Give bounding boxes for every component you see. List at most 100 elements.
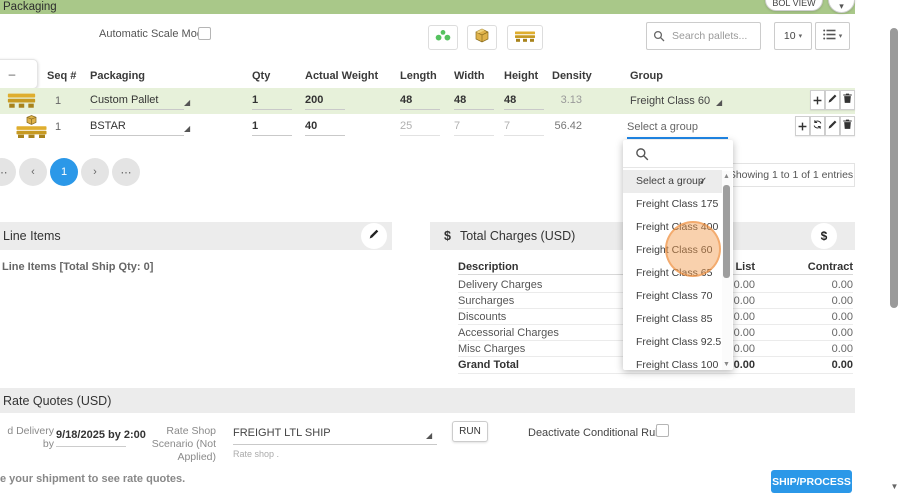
collapse-glyph: – xyxy=(9,67,16,81)
row2-height-field[interactable]: 7 xyxy=(504,120,544,136)
row1-packaging-field[interactable]: Custom Pallet xyxy=(90,94,184,110)
dropdown-option-freight-92-5[interactable]: Freight Class 92.5 xyxy=(623,331,721,354)
charge-contract: 0.00 xyxy=(783,311,853,323)
group-pallets-button[interactable] xyxy=(428,25,458,50)
scrollbar-down-icon[interactable]: ▼ xyxy=(890,482,899,491)
dropdown-option-select-a-group[interactable]: Select a group✓ xyxy=(623,170,722,193)
dropdown-option-freight-85[interactable]: Freight Class 85 xyxy=(623,308,721,331)
run-button[interactable]: RUN xyxy=(452,421,488,442)
package-box-icon xyxy=(474,28,490,48)
row2-width-field[interactable]: 7 xyxy=(454,120,494,136)
pagination-ellipsis-first[interactable]: ⋯ xyxy=(0,158,16,186)
row2-seq: 1 xyxy=(55,121,61,133)
col-height[interactable]: Height xyxy=(504,70,538,82)
charge-contract: 0.00 xyxy=(783,327,853,339)
pagination-next-button[interactable]: › xyxy=(81,158,109,186)
column-visibility-button[interactable]: ▾ xyxy=(815,22,850,50)
pencil-icon xyxy=(827,91,838,109)
row2-edit-button[interactable] xyxy=(825,116,840,136)
rate-quotes-note: e your shipment to see rate quotes. xyxy=(0,473,185,485)
add-package-button[interactable] xyxy=(467,25,497,50)
line-items-header: Line Items xyxy=(0,222,392,250)
dollar-icon: $ xyxy=(821,229,828,243)
row1-edit-button[interactable] xyxy=(825,90,840,110)
search-input[interactable] xyxy=(670,29,760,43)
charge-description: Accessorial Charges xyxy=(458,327,559,339)
row1-group-field[interactable]: Freight Class 60 xyxy=(630,95,710,107)
rate-shop-scenario-select[interactable]: FREIGHT LTL SHIP xyxy=(233,427,331,439)
deactivate-rules-checkbox[interactable] xyxy=(656,424,669,437)
resize-triangle-icon[interactable]: ◢ xyxy=(716,98,722,107)
option-label: Select a group xyxy=(636,175,704,187)
resize-triangle-icon[interactable]: ◢ xyxy=(184,98,190,107)
dropdown-scrollbar-thumb[interactable] xyxy=(723,185,730,278)
pallet-search[interactable] xyxy=(646,22,761,50)
search-icon xyxy=(653,30,665,42)
row2-group-field[interactable]: Select a group xyxy=(627,121,698,133)
bol-view-button[interactable]: BOL VIEW xyxy=(765,0,823,11)
entries-info: Showing 1 to 1 of 1 entries xyxy=(727,163,855,187)
chevron-down-icon: ▾ xyxy=(839,1,844,12)
row1-length-field[interactable]: 48 xyxy=(400,94,440,110)
auto-scale-checkbox[interactable] xyxy=(198,27,211,40)
list-menu-icon xyxy=(823,29,836,43)
pencil-icon xyxy=(368,227,380,245)
charge-description: Surcharges xyxy=(458,295,514,307)
row2-weight-field[interactable]: 40 xyxy=(305,120,345,136)
dropdown-option-freight-70[interactable]: Freight Class 70 xyxy=(623,285,721,308)
row1-density: 3.13 xyxy=(544,94,582,106)
dollar-icon: $ xyxy=(444,229,451,243)
row2-sync-button[interactable] xyxy=(810,116,825,136)
col-width[interactable]: Width xyxy=(454,70,484,82)
charge-description: Discounts xyxy=(458,311,506,323)
scroll-up-icon[interactable]: ▲ xyxy=(723,173,730,180)
pagination-prev-button[interactable]: ‹ xyxy=(19,158,47,186)
dropdown-option-freight-175[interactable]: Freight Class 175 xyxy=(623,193,721,216)
rate-shop-scenario-label: Rate Shop Scenario (Not Applied) xyxy=(146,425,216,464)
row2-density: 56.42 xyxy=(544,120,582,132)
check-icon: ✓ xyxy=(699,170,707,193)
row1-delete-button[interactable] xyxy=(840,90,855,110)
col-group[interactable]: Group xyxy=(630,70,663,82)
box-on-pallet-icon xyxy=(15,114,48,143)
search-icon[interactable] xyxy=(635,147,649,166)
pagination-page-1[interactable]: 1 xyxy=(50,158,78,186)
row1-qty-field[interactable]: 1 xyxy=(252,94,292,110)
page-size-value: 10 xyxy=(784,30,796,42)
row2-qty-field[interactable]: 1 xyxy=(252,120,292,136)
run-label: RUN xyxy=(459,426,481,437)
row2-length-field[interactable]: 25 xyxy=(400,120,440,136)
scroll-down-icon[interactable]: ▼ xyxy=(723,361,730,368)
dropdown-scrollbar[interactable]: ▲ ▼ xyxy=(722,171,732,370)
row2-delete-button[interactable] xyxy=(840,116,855,136)
col-actual-weight[interactable]: Actual Weight xyxy=(305,70,378,82)
row2-packaging-field[interactable]: BSTAR xyxy=(90,120,184,136)
col-qty[interactable]: Qty xyxy=(252,70,270,82)
row1-weight-field[interactable]: 200 xyxy=(305,94,345,110)
resize-triangle-icon[interactable]: ◢ xyxy=(426,431,432,440)
edit-line-items-button[interactable] xyxy=(361,223,387,249)
charges-col-contract: Contract xyxy=(783,261,853,273)
row2-add-button[interactable] xyxy=(795,116,810,136)
charge-description: Misc Charges xyxy=(458,343,525,355)
delivery-by-label: d Delivery by xyxy=(0,425,54,451)
charges-dollar-button[interactable]: $ xyxy=(811,223,837,249)
pagination-ellipsis-last[interactable]: ⋯ xyxy=(112,158,140,186)
ship-process-button[interactable]: SHIP/PROCESS xyxy=(771,470,852,493)
row1-add-button[interactable] xyxy=(810,90,825,110)
row1-height-field[interactable]: 48 xyxy=(504,94,544,110)
page-size-select[interactable]: 10 ▾ xyxy=(774,22,812,50)
col-length[interactable]: Length xyxy=(400,70,437,82)
row1-width-field[interactable]: 48 xyxy=(454,94,494,110)
collapse-table-button[interactable]: – xyxy=(0,59,38,89)
vertical-scrollbar-thumb[interactable] xyxy=(890,28,898,308)
col-density[interactable]: Density xyxy=(552,70,592,82)
charge-contract: 0.00 xyxy=(783,359,853,371)
group-field-focus-underline xyxy=(627,137,728,139)
col-packaging[interactable]: Packaging xyxy=(90,70,145,82)
add-pallet-button[interactable] xyxy=(507,25,543,50)
delivery-underline xyxy=(56,446,126,447)
resize-triangle-icon[interactable]: ◢ xyxy=(184,124,190,133)
dropdown-option-freight-100[interactable]: Freight Class 100 xyxy=(623,354,721,370)
col-seq[interactable]: Seq # xyxy=(47,70,76,82)
